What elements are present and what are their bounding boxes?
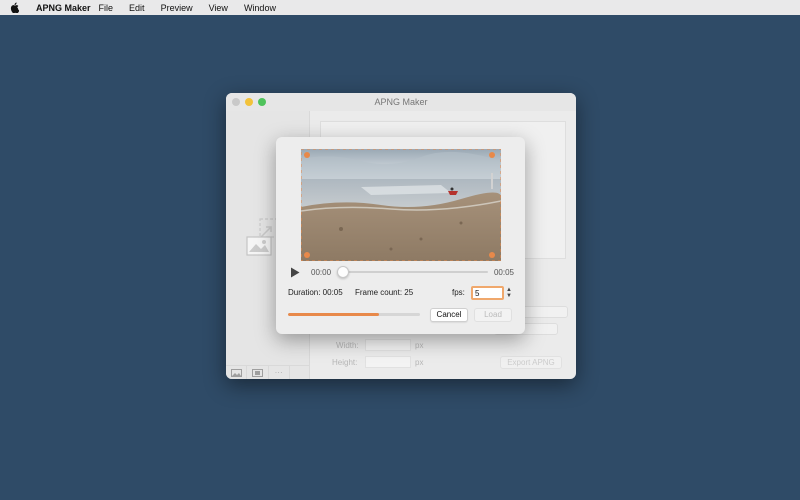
stepper-down-icon[interactable]: ▼ — [506, 293, 512, 299]
load-button[interactable]: Load — [474, 308, 512, 322]
minimize-button[interactable] — [245, 98, 253, 106]
video-info: Duration: 00:05 Frame count: 25 — [288, 288, 423, 297]
apple-logo-icon[interactable] — [0, 2, 28, 13]
fps-input[interactable]: 5 — [471, 286, 504, 300]
menu-window[interactable]: Window — [236, 3, 284, 13]
fps-label: fps: — [452, 288, 465, 297]
zoom-button[interactable] — [258, 98, 266, 106]
traffic-lights — [232, 98, 266, 106]
frame-count-label: Frame count: 25 — [354, 288, 414, 297]
load-progress-bar — [288, 313, 420, 316]
duration-label: Duration: 00:05 — [288, 288, 343, 297]
timeline-knob[interactable] — [337, 266, 350, 278]
window-titlebar: APNG Maker — [226, 93, 576, 111]
menu-bar: APNG Maker File Edit Preview View Window — [0, 0, 800, 15]
menu-edit[interactable]: Edit — [121, 3, 153, 13]
playback-controls: 00:00 00:05 — [288, 265, 514, 279]
timeline-scrubber[interactable] — [337, 265, 488, 279]
play-icon — [291, 267, 300, 277]
menu-app-name[interactable]: APNG Maker — [28, 3, 91, 13]
video-frame-image — [301, 149, 501, 261]
timeline-track — [337, 271, 488, 273]
video-preview[interactable] — [301, 149, 501, 261]
current-time: 00:00 — [311, 267, 332, 277]
menu-file[interactable]: File — [91, 3, 122, 13]
progress-fill — [288, 313, 380, 316]
end-time: 00:05 — [493, 267, 514, 277]
menu-preview[interactable]: Preview — [153, 3, 201, 13]
cancel-button[interactable]: Cancel — [430, 308, 468, 322]
video-import-sheet: 00:00 00:05 Duration: 00:05 Frame count:… — [276, 137, 525, 334]
play-button[interactable] — [288, 265, 302, 279]
fps-stepper[interactable]: ▲ ▼ — [505, 286, 513, 300]
window-title: APNG Maker — [374, 97, 428, 107]
menu-view[interactable]: View — [201, 3, 236, 13]
close-button[interactable] — [232, 98, 240, 106]
